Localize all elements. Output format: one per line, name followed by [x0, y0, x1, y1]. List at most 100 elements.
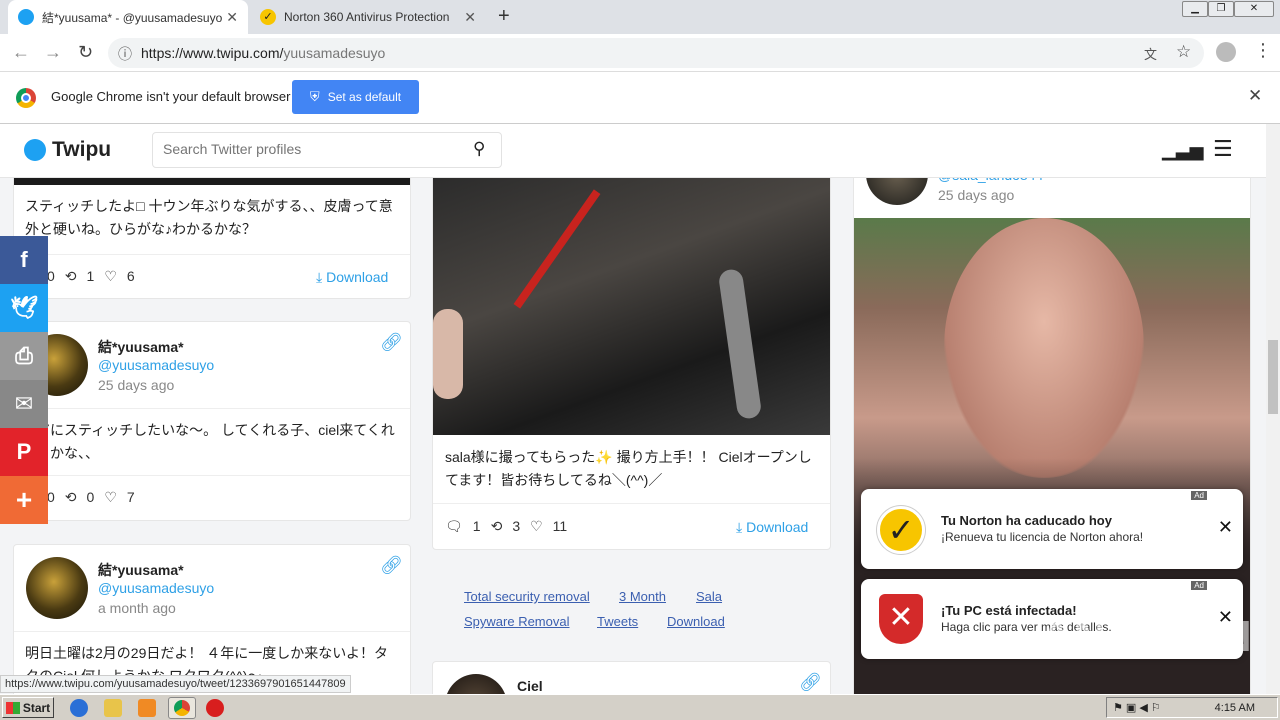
set-as-default-label: Set as default [327, 90, 402, 104]
avatar[interactable] [445, 674, 507, 694]
chrome-taskbar-button[interactable] [168, 697, 196, 719]
tweet-text: アにスティッチしたいな〜。 してくれる子、ciel来てくれるかな、、 [36, 422, 395, 461]
tweet-image[interactable] [433, 169, 830, 435]
pinterest-icon: P [16, 439, 32, 464]
tweet-card: Ciel 🔗︎ [432, 661, 831, 694]
ad-badge: Ad [1191, 581, 1207, 590]
warning-app-icon[interactable] [206, 699, 224, 717]
user-handle[interactable]: @yuusamadesuyo [98, 580, 214, 596]
share-twitter-button[interactable]: 🕊︎ [0, 284, 48, 332]
popup-body: ¡Renueva tu licencia de Norton ahora! [941, 530, 1144, 544]
link-icon[interactable]: 🔗︎ [380, 555, 403, 576]
envelope-icon: ✉ [14, 391, 34, 416]
bookmark-star-icon[interactable]: ☆ [1176, 42, 1191, 62]
user-handle[interactable]: @yuusamadesuyo [98, 357, 214, 373]
new-tab-button[interactable]: + [498, 5, 510, 28]
tray-icons[interactable]: ⚑ ▣ ◀ ⚐ [1113, 701, 1161, 714]
norton-expired-popup[interactable]: Ad ✓ Tu Norton ha caducado hoy ¡Renueva … [861, 489, 1243, 569]
close-popup-icon[interactable]: ✕ [1218, 517, 1233, 538]
profile-avatar-icon[interactable] [1216, 42, 1236, 62]
share-more-button[interactable]: + [0, 476, 48, 524]
download-link[interactable]: ⤓ Download [736, 519, 808, 536]
retweet-count: 3 [512, 518, 521, 534]
tweet-text: sala様に撮ってもらった✨ 撮り方上手！！ Cielオープンしてます！皆お待ち… [445, 449, 812, 488]
user-name[interactable]: Ciel [517, 678, 543, 694]
tweet-time[interactable]: a month ago [98, 600, 176, 616]
minimize-button[interactable]: ▁ [1182, 1, 1208, 17]
link-spyware-removal[interactable]: Spyware Removal [464, 614, 570, 629]
heart-icon: ♡ [104, 268, 117, 284]
chrome-logo-icon [16, 88, 36, 108]
share-email-button[interactable]: ✉ [0, 380, 48, 428]
tweet-card: 結*yuusama* @yuusamadesuyo a month ago 🔗︎… [13, 544, 411, 694]
retweet-count: 0 [86, 489, 95, 505]
chrome-icon [174, 700, 190, 716]
twitter-bird-icon: 🕊︎ [10, 295, 38, 320]
clock: 4:15 AM [1214, 702, 1255, 714]
address-bar[interactable]: ⓘ https://www.twipu.com/yuusamadesuyo 文 … [108, 38, 1204, 68]
close-tab-icon[interactable]: ✕ [226, 9, 238, 26]
link-sala[interactable]: Sala [696, 589, 722, 604]
forward-button[interactable]: → [44, 42, 62, 63]
tab-strip: 結*yuusama* - @yuusamadesuyo T ✕ ✓ Norton… [0, 0, 1280, 34]
tab-norton[interactable]: ✓ Norton 360 Antivirus Protection ✕ [250, 0, 486, 34]
link-tweets[interactable]: Tweets [597, 614, 638, 629]
start-button[interactable]: Start [2, 697, 54, 718]
reply-icon: 🗨︎ [445, 518, 463, 534]
translate-icon[interactable]: 文 [1144, 44, 1157, 63]
share-facebook-button[interactable]: f [0, 236, 48, 284]
tweet-card: スティッチしたよ□ 十ウン年ぶりな気がする、、皮膚って意外と硬いね。ひらがな♪わ… [13, 168, 411, 299]
shield-x-icon: ✕ [879, 594, 923, 644]
tab-title: Norton 360 Antivirus Protection [284, 10, 450, 24]
like-count: 7 [126, 489, 135, 505]
share-pinterest-button[interactable]: P [0, 428, 48, 476]
link-download[interactable]: Download [667, 614, 725, 629]
back-button[interactable]: ← [12, 42, 30, 63]
avatar[interactable] [26, 557, 88, 619]
stats-chart-icon[interactable]: ▁▃▅ [1162, 140, 1204, 161]
close-infobar-icon[interactable]: ✕ [1248, 86, 1262, 106]
tab-title: 結*yuusama* - @yuusamadesuyo T [42, 10, 222, 25]
maximize-button[interactable]: ❐ [1208, 1, 1234, 17]
site-logo[interactable]: Twipu [24, 138, 111, 162]
info-icon[interactable]: ⓘ [118, 44, 132, 64]
user-name[interactable]: 結*yuusama* [98, 560, 184, 580]
like-count: 11 [552, 518, 568, 534]
download-link[interactable]: ⤓ Download [316, 269, 388, 286]
folder-icon[interactable] [104, 699, 122, 717]
search-input[interactable] [163, 141, 463, 157]
reload-button[interactable]: ↻ [78, 42, 93, 63]
close-tab-icon[interactable]: ✕ [464, 9, 476, 26]
tweet-stats: 🗨︎ 1 ⟲ 3 ♡ 11 [445, 518, 567, 535]
default-browser-infobar: Google Chrome isn't your default browser… [0, 72, 1280, 124]
printer-icon: ⎙ [15, 343, 33, 368]
tweet-card: 結*yuusama* @yuusamadesuyo 25 days ago 🔗︎… [13, 321, 411, 521]
hamburger-menu-icon[interactable]: ☰ [1213, 136, 1233, 162]
link-total-security-removal[interactable]: Total security removal [464, 589, 590, 604]
twipu-logo-icon [24, 139, 46, 161]
browser-toolbar: ← → ↻ ⓘ https://www.twipu.com/yuusamades… [0, 34, 1280, 72]
norton-favicon-icon: ✓ [260, 9, 276, 25]
set-as-default-button[interactable]: ⛨ Set as default [292, 80, 419, 114]
close-window-button[interactable]: ✕ [1234, 1, 1274, 17]
tweet-time[interactable]: 25 days ago [938, 187, 1014, 203]
ie-icon[interactable] [70, 699, 88, 717]
tweet-stats: 0 ⟲ 0 ♡ 7 [47, 489, 135, 506]
search-icon[interactable]: ⚲ [473, 139, 485, 159]
scrollbar-thumb[interactable] [1268, 340, 1278, 414]
download-icon: ⤓ [736, 519, 747, 535]
user-name[interactable]: 結*yuusama* [98, 337, 184, 357]
retweet-icon: ⟲ [64, 268, 77, 284]
menu-kebab-icon[interactable]: ⋮ [1254, 40, 1272, 61]
link-icon[interactable]: 🔗︎ [380, 332, 403, 353]
share-print-button[interactable]: ⎙ [0, 332, 48, 380]
tab-twipu[interactable]: 結*yuusama* - @yuusamadesuyo T ✕ [8, 0, 248, 34]
link-3-month[interactable]: 3 Month [619, 589, 666, 604]
infobar-message: Google Chrome isn't your default browser [51, 89, 291, 104]
reply-count: 0 [47, 268, 55, 284]
retweet-count: 1 [86, 268, 95, 284]
system-tray: ⚑ ▣ ◀ ⚐ 4:15 AM [1106, 697, 1278, 718]
tweet-time[interactable]: 25 days ago [98, 377, 174, 393]
media-player-icon[interactable] [138, 699, 156, 717]
link-icon[interactable]: 🔗︎ [799, 672, 822, 693]
